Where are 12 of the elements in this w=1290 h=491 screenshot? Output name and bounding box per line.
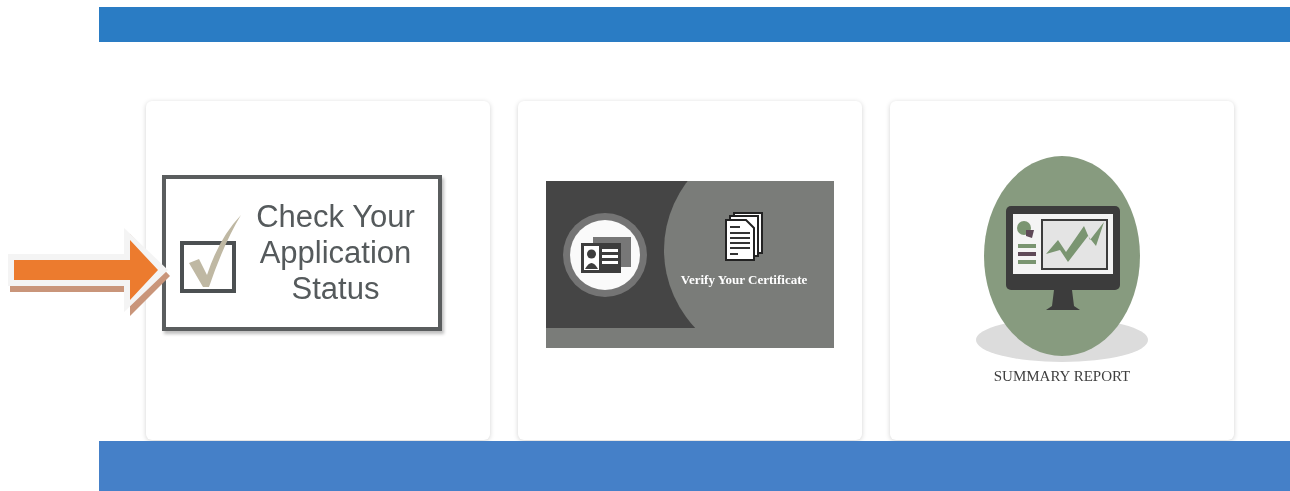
banner-title: Verify Your Certificate [680,271,808,288]
link-card[interactable]: Verify Your Certificate [518,101,862,440]
arrow-icon [8,226,172,318]
card-title: SUMMARY REPORT [993,368,1131,385]
link-card[interactable]: Check Your Application Status [146,101,490,440]
id-card-icon [561,210,649,299]
pie-chart-icon [1017,221,1034,238]
legend-icon [1018,244,1036,264]
link-card[interactable]: SUMMARY REPORT [890,101,1234,440]
banner-title: Check Your Application Status [255,198,416,307]
document-icon [724,211,764,262]
line-chart-icon [1041,219,1108,270]
